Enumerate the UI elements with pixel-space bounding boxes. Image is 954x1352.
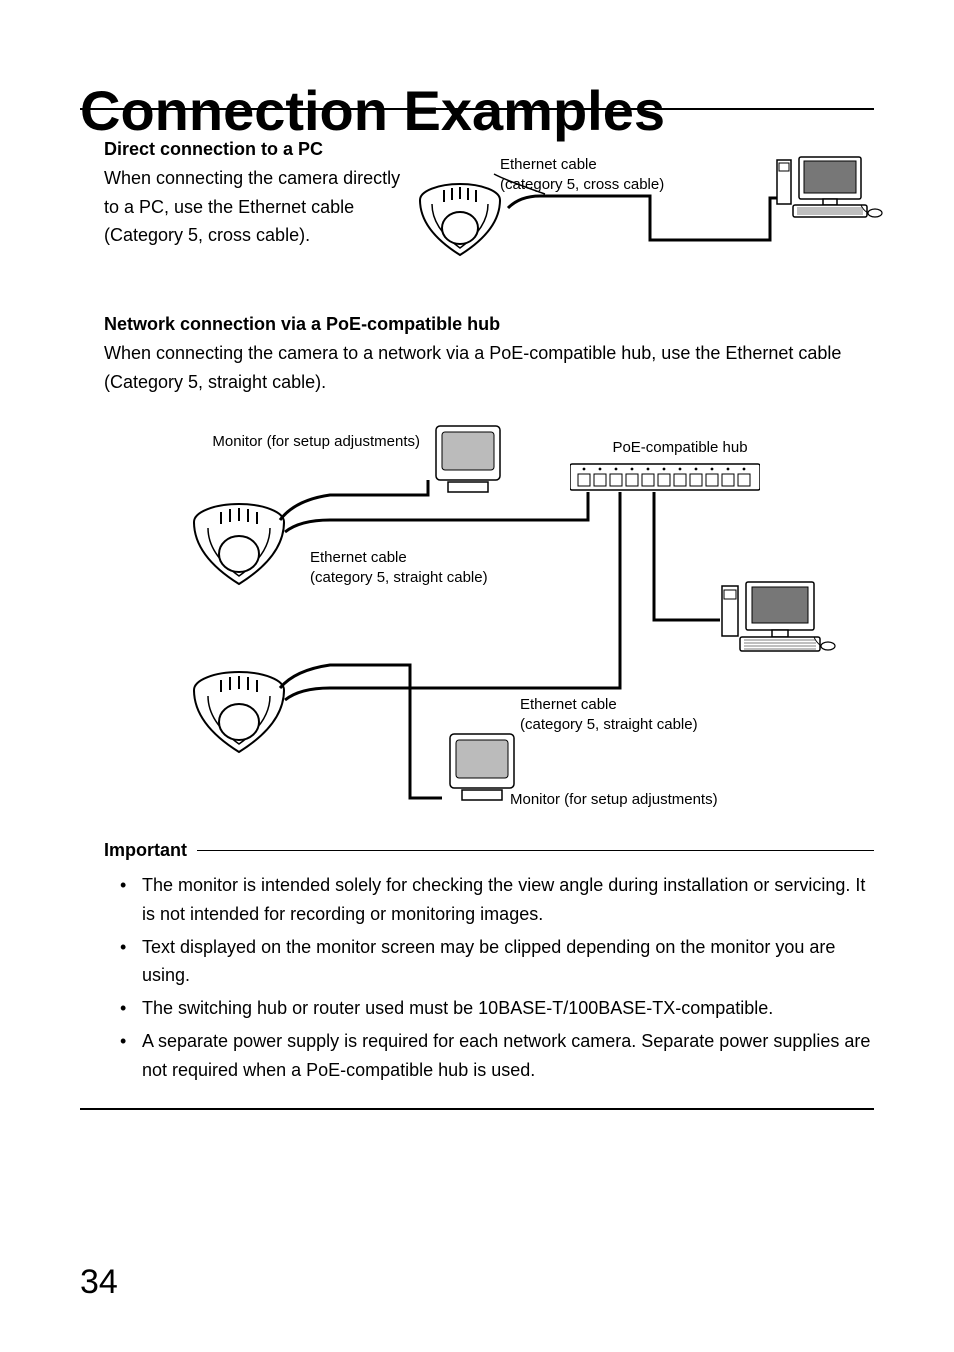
section-poe-hub: Network connection via a PoE-compatible … [104, 310, 874, 396]
page-number: 34 [80, 1263, 118, 1302]
page-title: Connection Examples [80, 78, 665, 143]
important-item: The monitor is intended solely for check… [136, 871, 874, 929]
section2-body: When connecting the camera to a network … [104, 339, 874, 397]
section1-body: When connecting the camera directly to a… [104, 164, 404, 250]
important-list: The monitor is intended solely for check… [104, 871, 874, 1085]
diagram-direct-connection: Ethernet cable (category 5, cross cable) [420, 150, 880, 280]
pc-icon [775, 155, 885, 235]
important-heading: Important [104, 840, 187, 861]
wires [180, 420, 880, 830]
bottom-rule [80, 1108, 874, 1110]
section-direct-connection: Direct connection to a PC When connectin… [104, 135, 404, 250]
manual-page: Connection Examples Direct connection to… [0, 0, 954, 1352]
important-rule [197, 850, 874, 851]
important-item: Text displayed on the monitor screen may… [136, 933, 874, 991]
important-item: A separate power supply is required for … [136, 1027, 874, 1085]
section1-heading: Direct connection to a PC [104, 135, 404, 164]
important-item: The switching hub or router used must be… [136, 994, 874, 1023]
diagram-poe-hub: Monitor (for setup adjustments) PoE-comp… [180, 420, 880, 830]
section2-heading: Network connection via a PoE-compatible … [104, 310, 874, 339]
title-rule [80, 108, 874, 110]
important-section: Important The monitor is intended solely… [104, 840, 874, 1089]
